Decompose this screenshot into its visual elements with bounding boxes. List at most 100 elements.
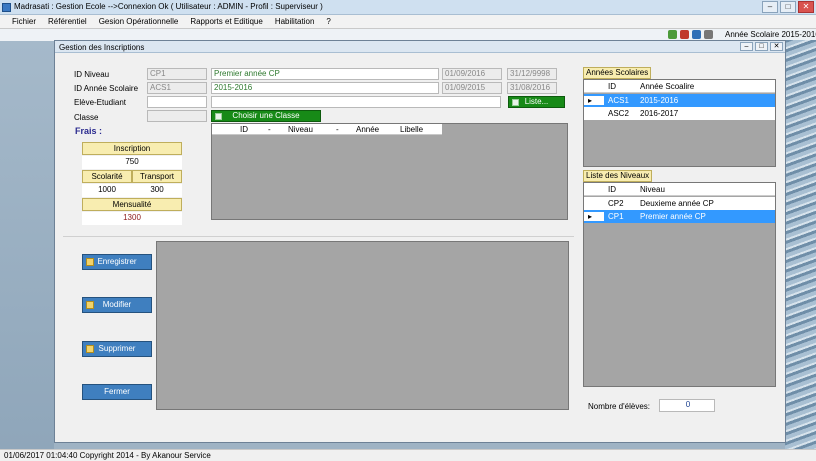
niveaux-col-id: ID <box>608 184 616 194</box>
grid-col-niveau: Niveau <box>288 124 313 134</box>
annees-row[interactable]: ASC2 2016-2017 <box>584 107 775 120</box>
delete-icon <box>86 345 94 353</box>
grid-col-sep2: - <box>336 124 339 134</box>
id-niveau-field[interactable]: CP1 <box>147 68 207 80</box>
niveaux-header: ID Niveau <box>584 183 775 196</box>
niveaux-row[interactable]: CP2 Deuxieme année CP <box>584 197 775 210</box>
minimize-button[interactable]: – <box>762 1 778 13</box>
choisir-classe-button[interactable]: Choisir une Classe <box>211 110 321 122</box>
row-pointer-icon: ▸ <box>584 212 604 221</box>
modifier-button[interactable]: Modifier <box>82 297 152 313</box>
classe-grid[interactable]: ID - Niveau - Année Libelle <box>211 123 568 220</box>
row-pointer-icon: ▸ <box>584 96 604 105</box>
niveaux-row-id: CP1 <box>608 212 624 221</box>
grid-col-annee: Année <box>356 124 380 134</box>
annees-col-id: ID <box>608 81 616 91</box>
mensualite-value: 1300 <box>82 212 182 225</box>
menu-help[interactable]: ? <box>320 17 336 26</box>
app-titlebar: Madrasati : Gestion Ecole -->Connexion O… <box>0 0 816 15</box>
inscription-label: Inscription <box>82 142 182 155</box>
toolstrip-icons <box>668 30 713 39</box>
edit-icon <box>86 301 94 309</box>
liste-button[interactable]: Liste... <box>508 96 565 108</box>
maximize-button[interactable]: □ <box>780 1 796 13</box>
niveaux-row[interactable]: ▸ CP1 Premier année CP <box>584 210 775 223</box>
menu-referentiel[interactable]: Référentiel <box>42 17 93 26</box>
menu-habilitation[interactable]: Habilitation <box>269 17 321 26</box>
statusbar: 01/06/2017 01:04:40 Copyright 2014 - By … <box>0 449 816 461</box>
annees-row-annee: 2015-2016 <box>640 96 679 105</box>
id-niveau-label: ID Niveau <box>74 70 110 79</box>
niveau-name-field[interactable]: Premier année CP <box>211 68 439 80</box>
scolarite-value: 1000 <box>82 184 132 197</box>
current-school-year: Année Scolaire 2015-2016 <box>725 30 816 39</box>
liste-checkbox-icon <box>512 99 519 106</box>
choisir-classe-checkbox-icon <box>215 113 222 120</box>
annees-row-annee: 2016-2017 <box>640 109 679 118</box>
annees-list[interactable]: ID Année Scoalire ▸ ACS1 2015-2016 ASC2 … <box>583 79 776 167</box>
transport-label: Transport <box>132 170 182 183</box>
menubar: Fichier Référentiel Gesion Opérationnell… <box>0 15 816 29</box>
grid-col-libelle: Libelle <box>400 124 424 134</box>
niveaux-row-niveau: Deuxieme année CP <box>640 199 714 208</box>
settings-icon[interactable] <box>704 30 713 39</box>
annees-row[interactable]: ▸ ACS1 2015-2016 <box>584 94 775 107</box>
eleve-name-field[interactable] <box>211 96 501 108</box>
enregistrer-label: Enregistrer <box>97 257 137 266</box>
annee-end-date: 31/08/2016 <box>507 82 557 94</box>
child-maximize-button[interactable]: □ <box>755 42 768 51</box>
annees-row-id: ACS1 <box>608 96 629 105</box>
niveau-end-date: 31/12/9998 <box>507 68 557 80</box>
child-window-controls: – □ ✕ <box>740 42 783 51</box>
classe-grid-header: ID - Niveau - Année Libelle <box>212 124 442 135</box>
menu-fichier[interactable]: Fichier <box>6 17 42 26</box>
inscriptions-grid[interactable] <box>156 241 569 410</box>
supprimer-button[interactable]: Supprimer <box>82 341 152 357</box>
window-controls: – □ ✕ <box>762 1 814 13</box>
menu-rapports[interactable]: Rapports et Editique <box>184 17 269 26</box>
nb-eleves-label: Nombre d'élèves: <box>588 402 650 411</box>
niveaux-list[interactable]: ID Niveau CP2 Deuxieme année CP ▸ CP1 Pr… <box>583 182 776 387</box>
background-left <box>0 41 54 449</box>
inscriptions-window: Gestion des Inscriptions – □ ✕ ID Niveau… <box>54 40 786 443</box>
app-icon <box>2 3 11 12</box>
annees-header: ID Année Scoalire <box>584 80 775 93</box>
eleve-label: Elève-Etudiant <box>74 98 127 107</box>
id-annee-field[interactable]: ACS1 <box>147 82 207 94</box>
classe-label: Classe <box>74 113 99 122</box>
nb-eleves-value: 0 <box>659 399 715 412</box>
annee-start-date: 01/09/2015 <box>442 82 502 94</box>
eleve-id-field[interactable] <box>147 96 207 108</box>
enregistrer-button[interactable]: Enregistrer <box>82 254 152 270</box>
niveaux-row-id: CP2 <box>608 199 624 208</box>
inscriptions-window-titlebar: Gestion des Inscriptions – □ ✕ <box>55 41 785 53</box>
id-annee-label: ID Année Scolaire <box>74 84 139 93</box>
annees-row-id: ASC2 <box>608 109 629 118</box>
grid-col-id: ID <box>240 124 248 134</box>
disconnect-icon[interactable] <box>680 30 689 39</box>
fermer-label: Fermer <box>104 387 130 396</box>
niveaux-row-niveau: Premier année CP <box>640 212 706 221</box>
refresh-icon[interactable] <box>668 30 677 39</box>
niveau-start-date: 01/09/2016 <box>442 68 502 80</box>
child-close-button[interactable]: ✕ <box>770 42 783 51</box>
annees-title: Années Scolaires <box>583 67 652 79</box>
inscription-value: 750 <box>82 156 182 169</box>
fermer-button[interactable]: Fermer <box>82 384 152 400</box>
annees-col-annee: Année Scoalire <box>640 81 695 91</box>
annee-name-field[interactable]: 2015-2016 <box>211 82 439 94</box>
classe-field[interactable] <box>147 110 207 122</box>
mensualite-label: Mensualité <box>82 198 182 211</box>
status-text: 01/06/2017 01:04:40 Copyright 2014 - By … <box>4 451 211 460</box>
child-minimize-button[interactable]: – <box>740 42 753 51</box>
background-decoration <box>785 40 816 449</box>
home-icon[interactable] <box>692 30 701 39</box>
menu-gestion-operationnelle[interactable]: Gesion Opérationnelle <box>93 17 185 26</box>
close-button[interactable]: ✕ <box>798 1 814 13</box>
niveaux-title: Liste des Niveaux <box>583 170 653 182</box>
niveaux-col-niveau: Niveau <box>640 184 665 194</box>
choisir-classe-label: Choisir une Classe <box>232 111 300 120</box>
frais-title: Frais : <box>75 126 103 136</box>
app-title: Madrasati : Gestion Ecole -->Connexion O… <box>14 2 323 11</box>
inscriptions-window-title: Gestion des Inscriptions <box>59 43 145 52</box>
